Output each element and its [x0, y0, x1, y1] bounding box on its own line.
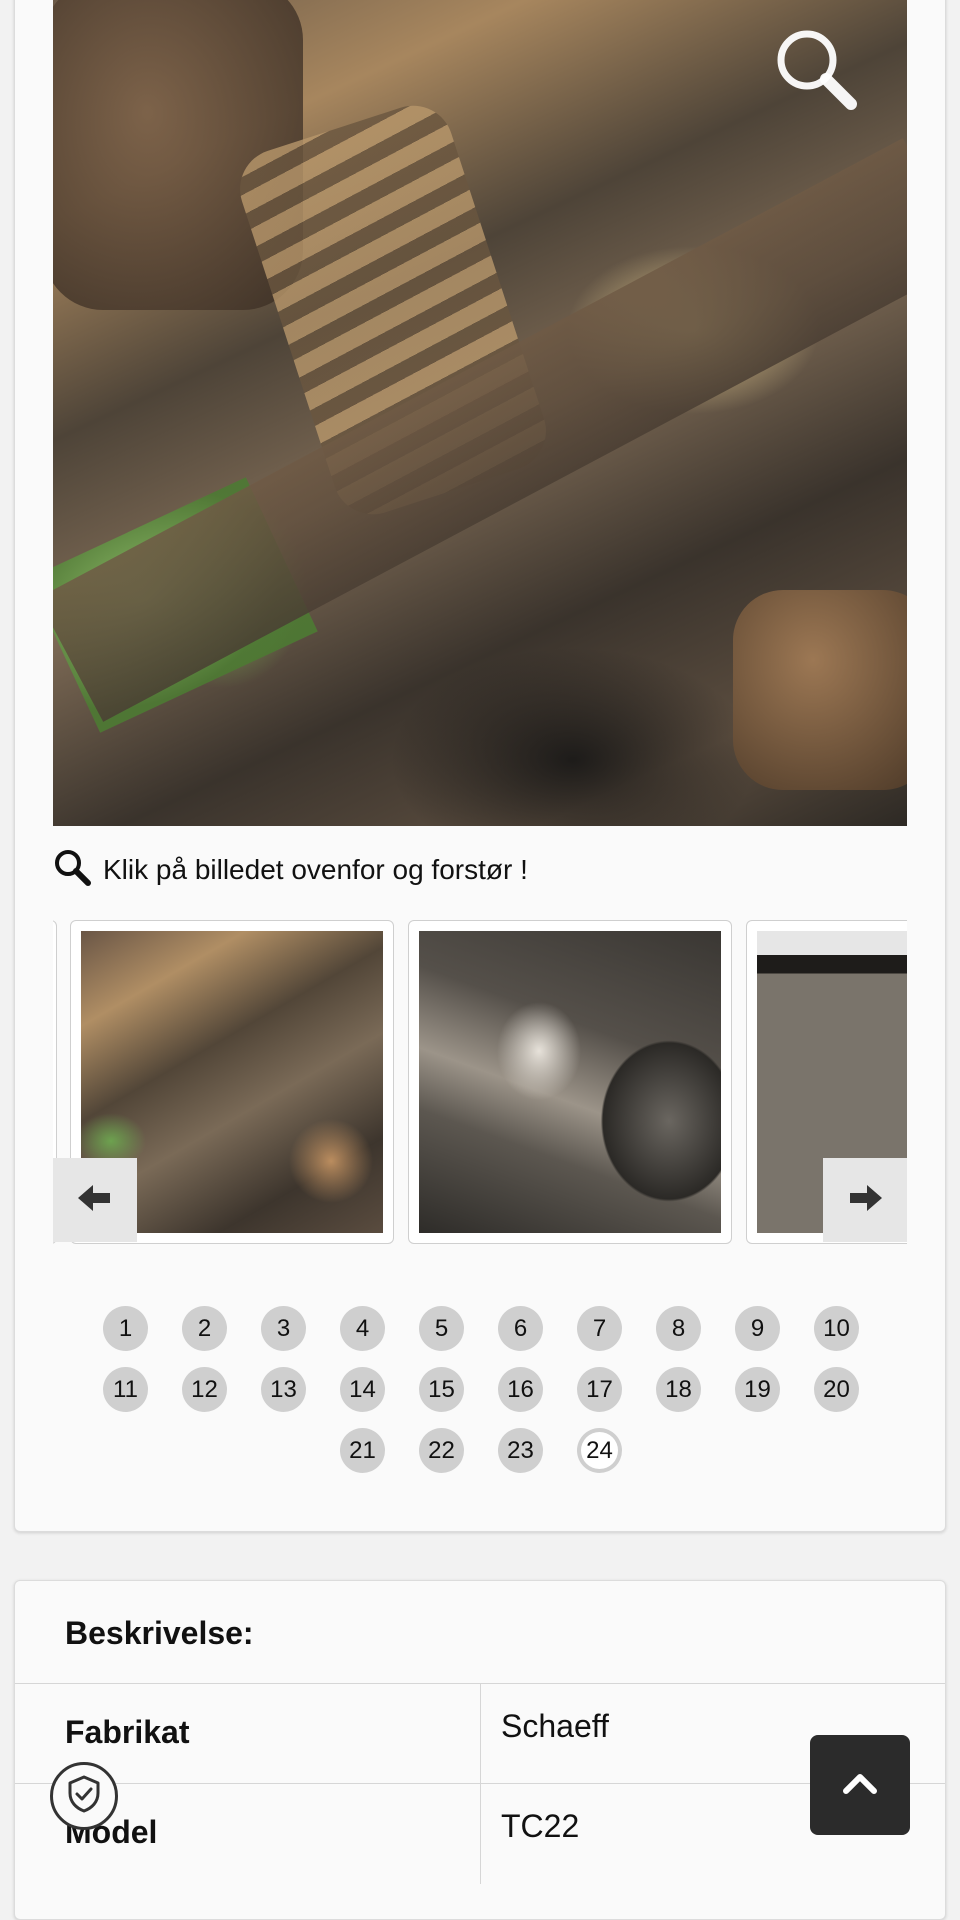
- pager-dot[interactable]: 17: [577, 1367, 622, 1412]
- divider: [480, 1784, 481, 1884]
- pager-dot[interactable]: 6: [498, 1306, 543, 1351]
- pager-dot[interactable]: 21: [340, 1428, 385, 1473]
- description-card: Beskrivelse: Fabrikat Schaeff Model TC22: [14, 1580, 946, 1920]
- spec-value: TC22: [501, 1808, 580, 1844]
- spec-key: Fabrikat: [65, 1714, 190, 1750]
- shield-check-icon: [67, 1775, 101, 1818]
- pager-dot[interactable]: 5: [419, 1306, 464, 1351]
- pager-dot[interactable]: 15: [419, 1367, 464, 1412]
- pager-dot[interactable]: 11: [103, 1367, 148, 1412]
- pager-row: 11 12 13 14 15 16 17 18 19 20: [96, 1367, 866, 1412]
- privacy-settings-button[interactable]: [50, 1762, 118, 1830]
- pager-dot[interactable]: 2: [182, 1306, 227, 1351]
- spec-row: Model TC22: [15, 1783, 945, 1884]
- search-icon: [53, 848, 91, 893]
- description-title: Beskrivelse:: [65, 1615, 254, 1651]
- zoom-hint-text: Klik på billedet ovenfor og forstør !: [103, 854, 528, 885]
- zoom-hint: Klik på billedet ovenfor og forstør !: [53, 848, 528, 892]
- pager-dot[interactable]: 14: [340, 1367, 385, 1412]
- pager-dot[interactable]: 8: [656, 1306, 701, 1351]
- thumbnail-image: [419, 931, 721, 1233]
- pager-dot[interactable]: 12: [182, 1367, 227, 1412]
- scroll-to-top-button[interactable]: [810, 1735, 910, 1835]
- pager-dot-active[interactable]: 24: [577, 1428, 622, 1473]
- pager-dot[interactable]: 18: [656, 1367, 701, 1412]
- spec-row: Fabrikat Schaeff: [15, 1683, 945, 1784]
- pager-dot[interactable]: 16: [498, 1367, 543, 1412]
- pager-dot[interactable]: 19: [735, 1367, 780, 1412]
- pager-dot[interactable]: 1: [103, 1306, 148, 1351]
- pager-dot[interactable]: 10: [814, 1306, 859, 1351]
- pager-row: 1 2 3 4 5 6 7 8 9 10: [96, 1306, 866, 1351]
- carousel-prev-button[interactable]: [53, 1158, 137, 1242]
- pager-dot[interactable]: 4: [340, 1306, 385, 1351]
- pager-dot[interactable]: 20: [814, 1367, 859, 1412]
- pager-dot[interactable]: 23: [498, 1428, 543, 1473]
- pager-dot[interactable]: 3: [261, 1306, 306, 1351]
- arrow-left-icon: [78, 1183, 112, 1218]
- pager-dot[interactable]: 9: [735, 1306, 780, 1351]
- carousel-next-button[interactable]: [823, 1158, 907, 1242]
- pager-dot[interactable]: 13: [261, 1367, 306, 1412]
- thumbnail[interactable]: [408, 920, 732, 1244]
- divider: [480, 1684, 481, 1784]
- main-product-photo[interactable]: [53, 0, 907, 826]
- thumbnail-carousel: [53, 920, 907, 1244]
- pager-dot[interactable]: 22: [419, 1428, 464, 1473]
- photo-pager: 1 2 3 4 5 6 7 8 9 10 11 12 13 14 15 16 1…: [96, 1306, 866, 1489]
- search-icon[interactable]: [771, 24, 861, 114]
- arrow-right-icon: [848, 1183, 882, 1218]
- pager-row: 21 22 23 24: [96, 1428, 866, 1473]
- pager-dot[interactable]: 7: [577, 1306, 622, 1351]
- spec-value: Schaeff: [501, 1708, 609, 1744]
- photo-detail: [733, 590, 907, 790]
- chevron-up-icon: [842, 1771, 878, 1800]
